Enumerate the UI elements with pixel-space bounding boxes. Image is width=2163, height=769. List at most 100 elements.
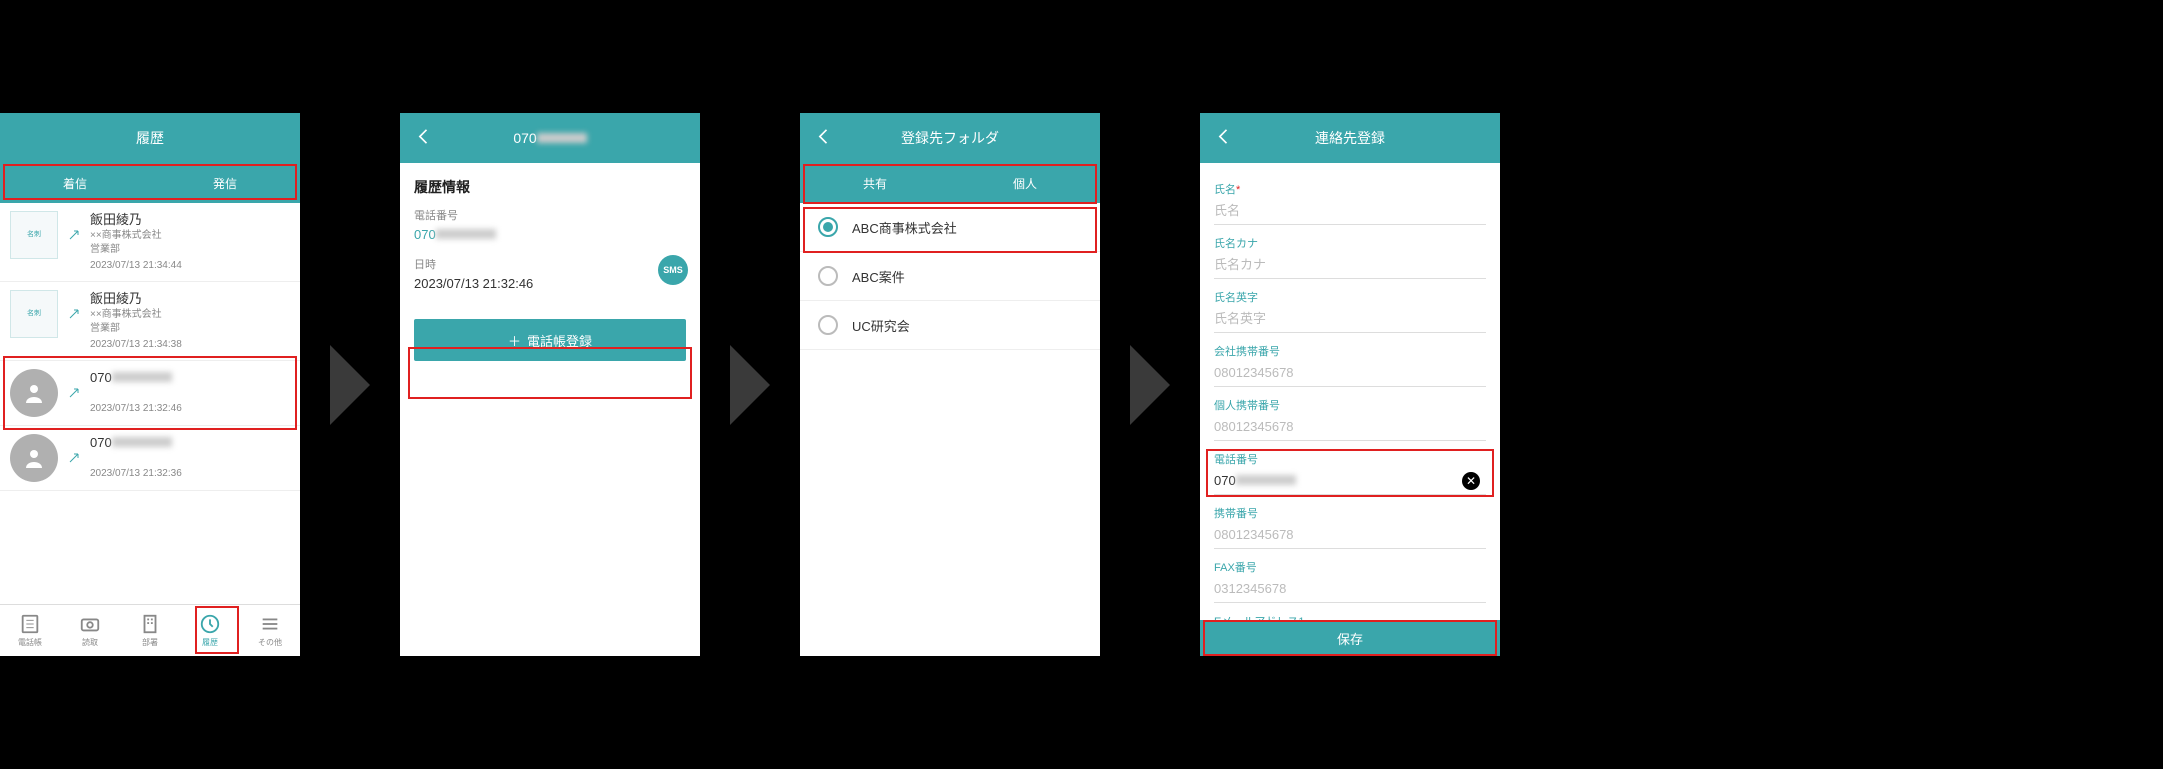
nav-department[interactable]: 部署	[120, 605, 180, 656]
header: 登録先フォルダ	[800, 113, 1100, 163]
folder-label: UC研究会	[852, 316, 910, 335]
row-text: 070 2023/07/13 21:32:46	[90, 369, 290, 415]
clear-icon[interactable]: ✕	[1462, 472, 1480, 490]
row-text: 飯田綾乃 ××商事株式会社 営業部 2023/07/13 21:34:38	[90, 290, 290, 352]
header-title: 連絡先登録	[1315, 128, 1385, 148]
radio-icon	[818, 217, 838, 237]
list-item[interactable]: ? 070 2023/07/13 21:32:46	[0, 361, 300, 426]
header: 070	[400, 113, 700, 163]
back-button[interactable]	[814, 127, 834, 150]
arrow-icon	[1100, 340, 1200, 430]
input-cell[interactable]	[1214, 521, 1486, 549]
outgoing-call-icon	[68, 211, 80, 241]
label-mobile-pr: 個人携帯番号	[1214, 397, 1486, 413]
plus-icon: ＋	[508, 331, 521, 350]
input-phone[interactable]: 070	[1214, 467, 1486, 495]
screen-history: 履歴 着信 発信 名刺 飯田綾乃 ××商事株式会社 営業部 2023/07/13…	[0, 113, 300, 656]
field-label: 電話番号	[414, 207, 686, 223]
label-mobile-co: 会社携帯番号	[1214, 343, 1486, 359]
label-fax: FAX番号	[1214, 559, 1486, 575]
back-button[interactable]	[414, 127, 434, 150]
contact-dept: 営業部	[90, 322, 290, 336]
input-en[interactable]	[1214, 305, 1486, 333]
unknown-avatar-icon: ?	[10, 434, 58, 482]
card-thumb-icon: 名刺	[10, 211, 58, 259]
field-value: 070	[414, 227, 686, 242]
tabs: 着信 発信	[0, 163, 300, 203]
contact-dept: 営業部	[90, 243, 290, 257]
back-button[interactable]	[1214, 127, 1234, 150]
timestamp: 2023/07/13 21:34:44	[90, 259, 290, 273]
label-en: 氏名英字	[1214, 289, 1486, 305]
folder-item[interactable]: UC研究会	[800, 301, 1100, 350]
nav-scan[interactable]: 読取	[60, 605, 120, 656]
tab-shared[interactable]: 共有	[800, 163, 950, 203]
folder-label: ABC案件	[852, 267, 905, 286]
timestamp: 2023/07/13 21:32:46	[90, 402, 290, 416]
sms-button[interactable]: SMS	[658, 255, 688, 285]
folder-list: ABC商事株式会社 ABC案件 UC研究会	[800, 203, 1100, 656]
timestamp: 2023/07/13 21:32:36	[90, 467, 290, 481]
card-thumb-icon: 名刺	[10, 290, 58, 338]
tabs: 共有 個人	[800, 163, 1100, 203]
timestamp: 2023/07/13 21:34:38	[90, 338, 290, 352]
input-mobile-co[interactable]	[1214, 359, 1486, 387]
header-title: 070	[513, 130, 586, 146]
screen-history-detail: 070 履歴情報 電話番号 070 SMS 日時 2023/07/13 21:3…	[400, 113, 700, 656]
tab-personal[interactable]: 個人	[950, 163, 1100, 203]
header: 履歴	[0, 113, 300, 163]
input-mobile-pr[interactable]	[1214, 413, 1486, 441]
label-phone: 電話番号	[1214, 451, 1486, 467]
header: 連絡先登録	[1200, 113, 1500, 163]
field-datetime: 日時 2023/07/13 21:32:46	[400, 252, 700, 301]
input-fax[interactable]	[1214, 575, 1486, 603]
bottom-nav: 電話帳 読取 部署 履歴 その他	[0, 604, 300, 656]
list-item[interactable]: 名刺 飯田綾乃 ××商事株式会社 営業部 2023/07/13 21:34:38	[0, 282, 300, 361]
folder-item[interactable]: ABC商事株式会社	[800, 203, 1100, 252]
field-label: 日時	[414, 256, 686, 272]
field-phone: 電話番号 070	[400, 203, 700, 252]
contact-company: ××商事株式会社	[90, 229, 290, 243]
detail-content: 履歴情報 電話番号 070 SMS 日時 2023/07/13 21:32:46…	[400, 163, 700, 656]
row-text: 070 2023/07/13 21:32:36	[90, 434, 290, 480]
phone-number: 070	[90, 434, 290, 452]
svg-text:?: ?	[31, 450, 37, 461]
radio-icon	[818, 315, 838, 335]
arrow-icon	[300, 340, 400, 430]
phone-number: 070	[90, 369, 290, 387]
row-text: 飯田綾乃 ××商事株式会社 営業部 2023/07/13 21:34:44	[90, 211, 290, 273]
contact-name: 飯田綾乃	[90, 211, 290, 229]
label-cell: 携帯番号	[1214, 505, 1486, 521]
input-kana[interactable]	[1214, 251, 1486, 279]
outgoing-call-icon	[68, 369, 80, 399]
nav-phonebook[interactable]: 電話帳	[0, 605, 60, 656]
unknown-avatar-icon: ?	[10, 369, 58, 417]
outgoing-call-icon	[68, 434, 80, 464]
screen-contact-register: 連絡先登録 氏名* 氏名カナ 氏名英字 会社携帯番号 個人携帯番号 電話番号 0…	[1200, 113, 1500, 656]
arrow-icon	[700, 340, 800, 430]
history-list: 名刺 飯田綾乃 ××商事株式会社 営業部 2023/07/13 21:34:44…	[0, 203, 300, 604]
contact-company: ××商事株式会社	[90, 308, 290, 322]
save-button[interactable]: 保存	[1200, 620, 1500, 656]
label-name: 氏名*	[1214, 181, 1486, 197]
nav-history[interactable]: 履歴	[180, 605, 240, 656]
nav-other[interactable]: その他	[240, 605, 300, 656]
section-title: 履歴情報	[400, 163, 700, 203]
tab-sent[interactable]: 発信	[150, 163, 300, 203]
list-item[interactable]: 名刺 飯田綾乃 ××商事株式会社 営業部 2023/07/13 21:34:44	[0, 203, 300, 282]
register-phonebook-button[interactable]: ＋ 電話帳登録	[414, 319, 686, 361]
header-title: 履歴	[136, 128, 164, 148]
contact-name: 飯田綾乃	[90, 290, 290, 308]
radio-icon	[818, 266, 838, 286]
contact-form: 氏名* 氏名カナ 氏名英字 会社携帯番号 個人携帯番号 電話番号 070 ✕ 携…	[1200, 163, 1500, 656]
outgoing-call-icon	[68, 290, 80, 320]
input-name[interactable]	[1214, 197, 1486, 225]
screen-folder-select: 登録先フォルダ 共有 個人 ABC商事株式会社 ABC案件 UC研究会	[800, 113, 1100, 656]
svg-text:?: ?	[31, 385, 37, 396]
field-value: 2023/07/13 21:32:46	[414, 276, 686, 291]
folder-label: ABC商事株式会社	[852, 218, 957, 237]
tab-received[interactable]: 着信	[0, 163, 150, 203]
label-kana: 氏名カナ	[1214, 235, 1486, 251]
folder-item[interactable]: ABC案件	[800, 252, 1100, 301]
list-item[interactable]: ? 070 2023/07/13 21:32:36	[0, 426, 300, 491]
